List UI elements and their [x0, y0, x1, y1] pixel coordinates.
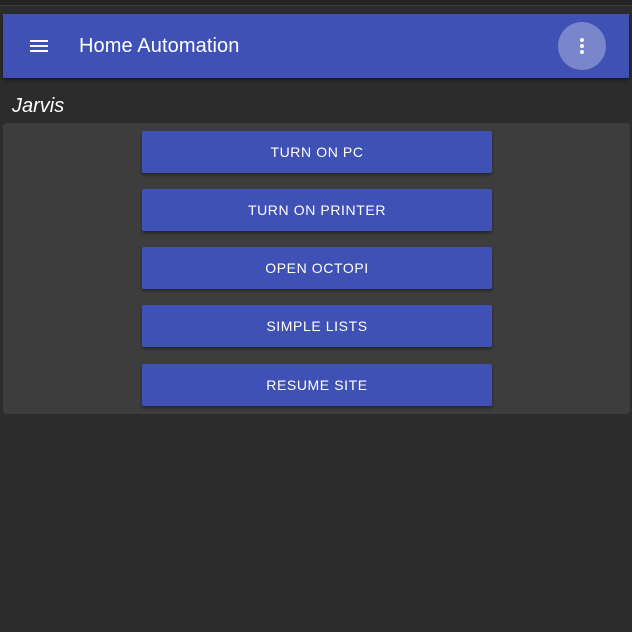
turn-on-pc-button[interactable]: TURN ON PC [142, 131, 492, 173]
more-vertical-icon [580, 38, 584, 54]
actions-panel: TURN ON PC TURN ON PRINTER OPEN OCTOPI S… [3, 123, 630, 414]
app-title: Home Automation [79, 35, 240, 57]
turn-on-printer-button[interactable]: TURN ON PRINTER [142, 189, 492, 231]
app-screen: Home Automation Jarvis TURN ON PC TURN O… [0, 0, 632, 632]
resume-site-button[interactable]: RESUME SITE [142, 364, 492, 406]
app-bar: Home Automation [3, 14, 629, 78]
window-top-strip [0, 0, 632, 6]
menu-button[interactable] [19, 26, 59, 66]
section-heading: Jarvis [12, 95, 65, 117]
more-options-button[interactable] [558, 22, 606, 70]
hamburger-menu-icon [30, 40, 48, 52]
simple-lists-button[interactable]: SIMPLE LISTS [142, 305, 492, 347]
open-octopi-button[interactable]: OPEN OCTOPI [142, 247, 492, 289]
